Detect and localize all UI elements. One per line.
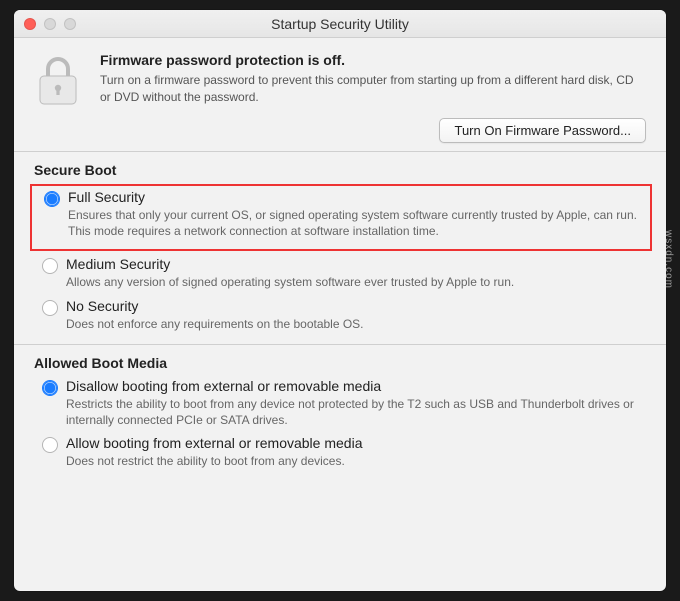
radio-medium-security[interactable] bbox=[42, 258, 58, 274]
radio-full-security[interactable] bbox=[44, 191, 60, 207]
option-allow-external[interactable]: Allow booting from external or removable… bbox=[34, 434, 646, 475]
boot-media-title: Allowed Boot Media bbox=[34, 355, 646, 371]
window-controls bbox=[14, 18, 76, 30]
turn-on-firmware-button[interactable]: Turn On Firmware Password... bbox=[439, 118, 646, 143]
radio-allow-external[interactable] bbox=[42, 437, 58, 453]
close-icon[interactable] bbox=[24, 18, 36, 30]
divider bbox=[14, 151, 666, 152]
option-desc: Allows any version of signed operating s… bbox=[66, 274, 514, 290]
window-title: Startup Security Utility bbox=[14, 16, 666, 32]
option-title: Medium Security bbox=[66, 256, 514, 272]
firmware-heading: Firmware password protection is off. bbox=[100, 52, 646, 68]
option-medium-security[interactable]: Medium Security Allows any version of si… bbox=[34, 255, 646, 296]
watermark: wsxdn.com bbox=[663, 230, 674, 289]
firmware-section: Firmware password protection is off. Tur… bbox=[34, 52, 646, 106]
option-desc: Does not restrict the ability to boot fr… bbox=[66, 453, 362, 469]
firmware-description: Turn on a firmware password to prevent t… bbox=[100, 72, 646, 106]
radio-disallow-external[interactable] bbox=[42, 380, 58, 396]
option-disallow-external[interactable]: Disallow booting from external or remova… bbox=[34, 377, 646, 434]
startup-security-window: Startup Security Utility Firmware passwo… bbox=[14, 10, 666, 591]
window-content: Firmware password protection is off. Tur… bbox=[14, 38, 666, 485]
radio-no-security[interactable] bbox=[42, 300, 58, 316]
option-title: Disallow booting from external or remova… bbox=[66, 378, 646, 394]
minimize-icon bbox=[44, 18, 56, 30]
highlight-full-security: Full Security Ensures that only your cur… bbox=[30, 184, 652, 251]
option-no-security[interactable]: No Security Does not enforce any require… bbox=[34, 297, 646, 338]
secure-boot-title: Secure Boot bbox=[34, 162, 646, 178]
option-title: Allow booting from external or removable… bbox=[66, 435, 362, 451]
option-full-security[interactable]: Full Security Ensures that only your cur… bbox=[36, 188, 644, 245]
option-desc: Ensures that only your current OS, or si… bbox=[68, 207, 644, 239]
lock-icon bbox=[34, 54, 82, 106]
titlebar: Startup Security Utility bbox=[14, 10, 666, 38]
option-desc: Restricts the ability to boot from any d… bbox=[66, 396, 646, 428]
divider bbox=[14, 344, 666, 345]
firmware-text: Firmware password protection is off. Tur… bbox=[100, 52, 646, 106]
option-title: No Security bbox=[66, 298, 364, 314]
zoom-icon bbox=[64, 18, 76, 30]
option-desc: Does not enforce any requirements on the… bbox=[66, 316, 364, 332]
option-title: Full Security bbox=[68, 189, 644, 205]
